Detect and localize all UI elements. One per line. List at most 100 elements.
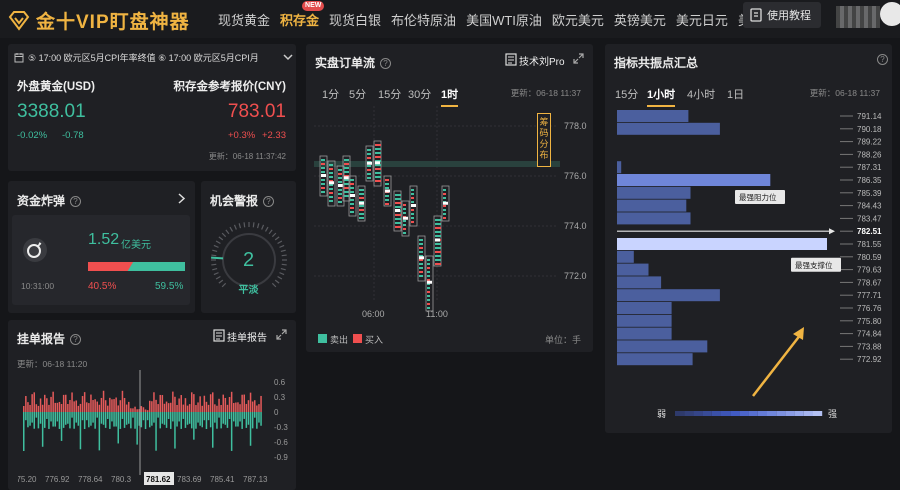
- order-report-link[interactable]: 挂单报告: [227, 329, 267, 344]
- top-bar: 金十VIP盯盘神器 现货黄金 积存金 NEW 现货白银 布伦特原油 美国WTI原油 欧元美元…: [0, 0, 900, 38]
- order-bar-sell: [243, 412, 245, 419]
- order-bar-sell: [54, 412, 56, 427]
- of-cell: [350, 199, 354, 201]
- nav-item-6[interactable]: 英镑美元: [614, 10, 666, 29]
- order-bar-buy: [247, 400, 250, 412]
- order-flow-tab-4[interactable]: 1时: [441, 86, 459, 107]
- chip-distribution-toggle[interactable]: 筹码分布: [537, 113, 551, 167]
- gauge-tick: [264, 226, 269, 232]
- order-bar-sell: [195, 412, 197, 429]
- nav-item-2[interactable]: 现货白银: [329, 10, 381, 29]
- order-report-chart: 0.6 0.3 0 -0.3 -0.6 -0.9 775.20 776.92 778.64 780…: [18, 370, 288, 485]
- of-cell: [403, 204, 406, 206]
- help-icon[interactable]: ?: [70, 196, 82, 207]
- chevron-down-icon[interactable]: [283, 53, 293, 61]
- order-bar-sell: [136, 412, 138, 445]
- of-cell: [375, 148, 381, 150]
- nav-item-5[interactable]: 欧元美元: [552, 10, 604, 29]
- expand-icon[interactable]: [573, 53, 584, 64]
- of-cell: [344, 163, 349, 165]
- order-bar-buy: [170, 402, 172, 412]
- order-bar-buy: [184, 398, 187, 412]
- order-bar-buy: [90, 394, 92, 412]
- of-cell: [411, 213, 414, 215]
- order-bar-sell: [35, 412, 38, 418]
- of-cell: [395, 194, 401, 196]
- of-cell: [321, 171, 325, 173]
- gauge-tick: [279, 272, 285, 276]
- quote-panel: ⑤ 17:00 欧元区5月CPI年率终值 ⑥ 17:00 欧元区5月CPI月 外…: [8, 44, 296, 171]
- expand-icon[interactable]: [276, 329, 287, 340]
- order-bar-buy: [81, 396, 84, 412]
- order-flow-tab-1[interactable]: 5分: [349, 86, 366, 102]
- order-bar-buy: [174, 396, 176, 412]
- order-bar-sell: [247, 412, 250, 425]
- order-bar-sell: [178, 412, 180, 422]
- help-icon[interactable]: ?: [380, 58, 392, 69]
- order-x-tick: 785.41: [210, 475, 235, 484]
- order-flow-tab-2[interactable]: 15分: [378, 86, 401, 102]
- resonance-title: 指标共振点汇总: [614, 56, 699, 70]
- of-cell: [411, 197, 414, 199]
- of-poc: [411, 204, 416, 207]
- of-cell: [359, 217, 364, 219]
- help-icon[interactable]: ?: [70, 334, 82, 345]
- tech-pro-link[interactable]: 技术刘Pro: [519, 53, 565, 68]
- order-x-tick: 781.62: [146, 475, 171, 484]
- of-cell: [321, 191, 325, 193]
- of-poc: [403, 216, 408, 220]
- app-logo[interactable]: 金十VIP盯盘神器: [8, 7, 190, 34]
- order-bar-buy: [29, 404, 31, 412]
- help-icon[interactable]: ?: [877, 54, 888, 65]
- order-bar-buy: [254, 400, 256, 412]
- order-bar-buy: [73, 401, 75, 412]
- order-bar-sell: [81, 412, 84, 421]
- nav-item-1[interactable]: 积存金 NEW: [280, 1, 325, 29]
- tutorial-button[interactable]: 使用教程: [743, 2, 821, 28]
- order-bar-buy: [94, 399, 96, 412]
- nav-item-7[interactable]: 美元日元: [676, 10, 728, 29]
- order-bar-buy: [46, 398, 48, 412]
- of-cell: [427, 291, 430, 293]
- nav-item-4[interactable]: 美国WTI原油: [466, 10, 542, 29]
- avatar[interactable]: [880, 2, 900, 26]
- of-cell: [338, 193, 342, 195]
- resonance-tab-1[interactable]: 1小时: [647, 86, 676, 107]
- resonance-tab-3[interactable]: 1日: [727, 86, 744, 102]
- diamond-logo-icon: [8, 10, 30, 31]
- order-bar-buy: [218, 398, 220, 412]
- order-bar-buy: [258, 404, 260, 412]
- resonance-tab-2[interactable]: 4小时: [687, 86, 715, 102]
- order-bar-sell: [176, 412, 178, 427]
- tech-pro-doc-icon[interactable]: [505, 53, 517, 66]
- of-cell: [427, 303, 430, 305]
- order-flow-tab-0[interactable]: 1分: [322, 86, 339, 102]
- of-poc: [329, 181, 334, 185]
- rs-level-label: 775.80: [857, 317, 882, 326]
- order-bar-buy: [144, 409, 147, 412]
- help-icon[interactable]: ?: [263, 196, 275, 207]
- order-bar-sell: [113, 412, 115, 427]
- rs-level-label: 777.71: [857, 291, 882, 300]
- strength-swatch: [739, 411, 749, 416]
- order-bar-buy: [197, 402, 199, 412]
- chevron-right-icon[interactable]: [178, 193, 186, 204]
- order-bar-sell: [241, 412, 243, 429]
- of-cell: [359, 193, 364, 195]
- order-bar-buy: [191, 392, 193, 412]
- of-cell: [419, 259, 423, 261]
- nav-item-3[interactable]: 布伦特原油: [391, 10, 456, 29]
- of-cell: [411, 209, 414, 211]
- nav-item-0[interactable]: 现货黄金: [218, 10, 270, 29]
- of-cell: [367, 153, 371, 155]
- of-cell: [350, 207, 354, 209]
- order-bar-sell: [151, 412, 153, 426]
- resonance-tab-0[interactable]: 15分: [615, 86, 638, 102]
- report-doc-icon[interactable]: [213, 329, 225, 342]
- order-flow-tab-3[interactable]: 30分: [408, 86, 431, 102]
- of-cell: [435, 227, 441, 229]
- event-ticker[interactable]: ⑤ 17:00 欧元区5月CPI年率终值 ⑥ 17:00 欧元区5月CPI月: [28, 51, 278, 64]
- of-cell: [427, 287, 430, 289]
- order-bar-sell: [130, 412, 132, 429]
- user-name-blurred[interactable]: [836, 6, 880, 28]
